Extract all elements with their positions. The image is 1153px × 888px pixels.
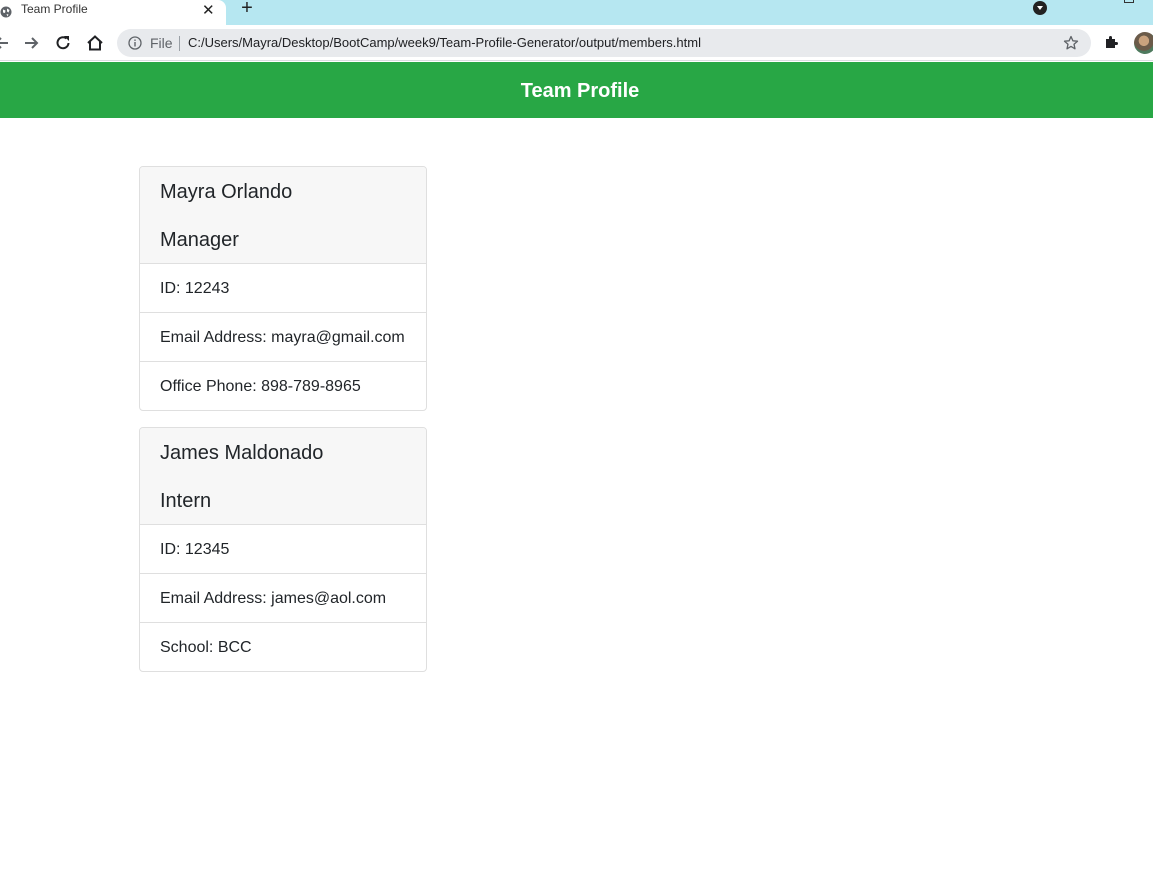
member-role: Intern	[160, 490, 212, 512]
globe-icon	[0, 6, 12, 18]
member-office-phone: Office Phone: 898-789-8965	[160, 378, 361, 395]
member-school: School: BCC	[160, 639, 252, 656]
card-header: James Maldonado Intern	[140, 428, 426, 525]
new-tab-icon[interactable]: +	[238, 0, 256, 18]
member-role: Manager	[160, 229, 239, 251]
browser-tab[interactable]: Team Profile ✕	[0, 0, 226, 25]
tab-search-icon[interactable]	[1033, 1, 1047, 15]
page-header: Team Profile	[0, 62, 1153, 118]
member-id: ID: 12243	[140, 264, 426, 313]
page-title: Team Profile	[520, 80, 640, 102]
back-arrow-icon[interactable]	[0, 33, 12, 53]
home-icon[interactable]	[85, 33, 105, 53]
tab-strip: Team Profile ✕ +	[0, 0, 1153, 25]
info-icon[interactable]	[128, 36, 142, 50]
browser-toolbar: File C:/Users/Mayra/Desktop/BootCamp/wee…	[0, 25, 1153, 61]
member-name: James Maldonado	[160, 442, 324, 464]
profile-avatar[interactable]	[1134, 32, 1153, 54]
member-email: Email Address: james@aol.com	[140, 574, 426, 623]
close-tab-icon[interactable]: ✕	[202, 3, 215, 18]
forward-arrow-icon[interactable]	[21, 33, 41, 53]
restore-window-icon[interactable]	[1124, 0, 1134, 3]
tab-title: Team Profile	[21, 2, 88, 16]
member-id: ID: 12345	[140, 525, 426, 574]
bookmark-star-icon[interactable]	[1063, 35, 1079, 51]
url-text[interactable]: C:/Users/Mayra/Desktop/BootCamp/week9/Te…	[188, 36, 701, 50]
member-card: James Maldonado Intern ID: 12345 Email A…	[139, 427, 427, 672]
extensions-puzzle-icon[interactable]	[1104, 34, 1120, 50]
reload-icon[interactable]	[53, 33, 73, 53]
scheme-label: File	[150, 35, 173, 51]
omnibox-divider	[179, 36, 180, 51]
member-card: Mayra Orlando Manager ID: 12243 Email Ad…	[139, 166, 427, 411]
card-header: Mayra Orlando Manager	[140, 167, 426, 264]
member-name: Mayra Orlando	[160, 181, 293, 203]
member-email: Email Address: mayra@gmail.com	[140, 313, 426, 362]
address-bar[interactable]: File C:/Users/Mayra/Desktop/BootCamp/wee…	[117, 29, 1091, 57]
